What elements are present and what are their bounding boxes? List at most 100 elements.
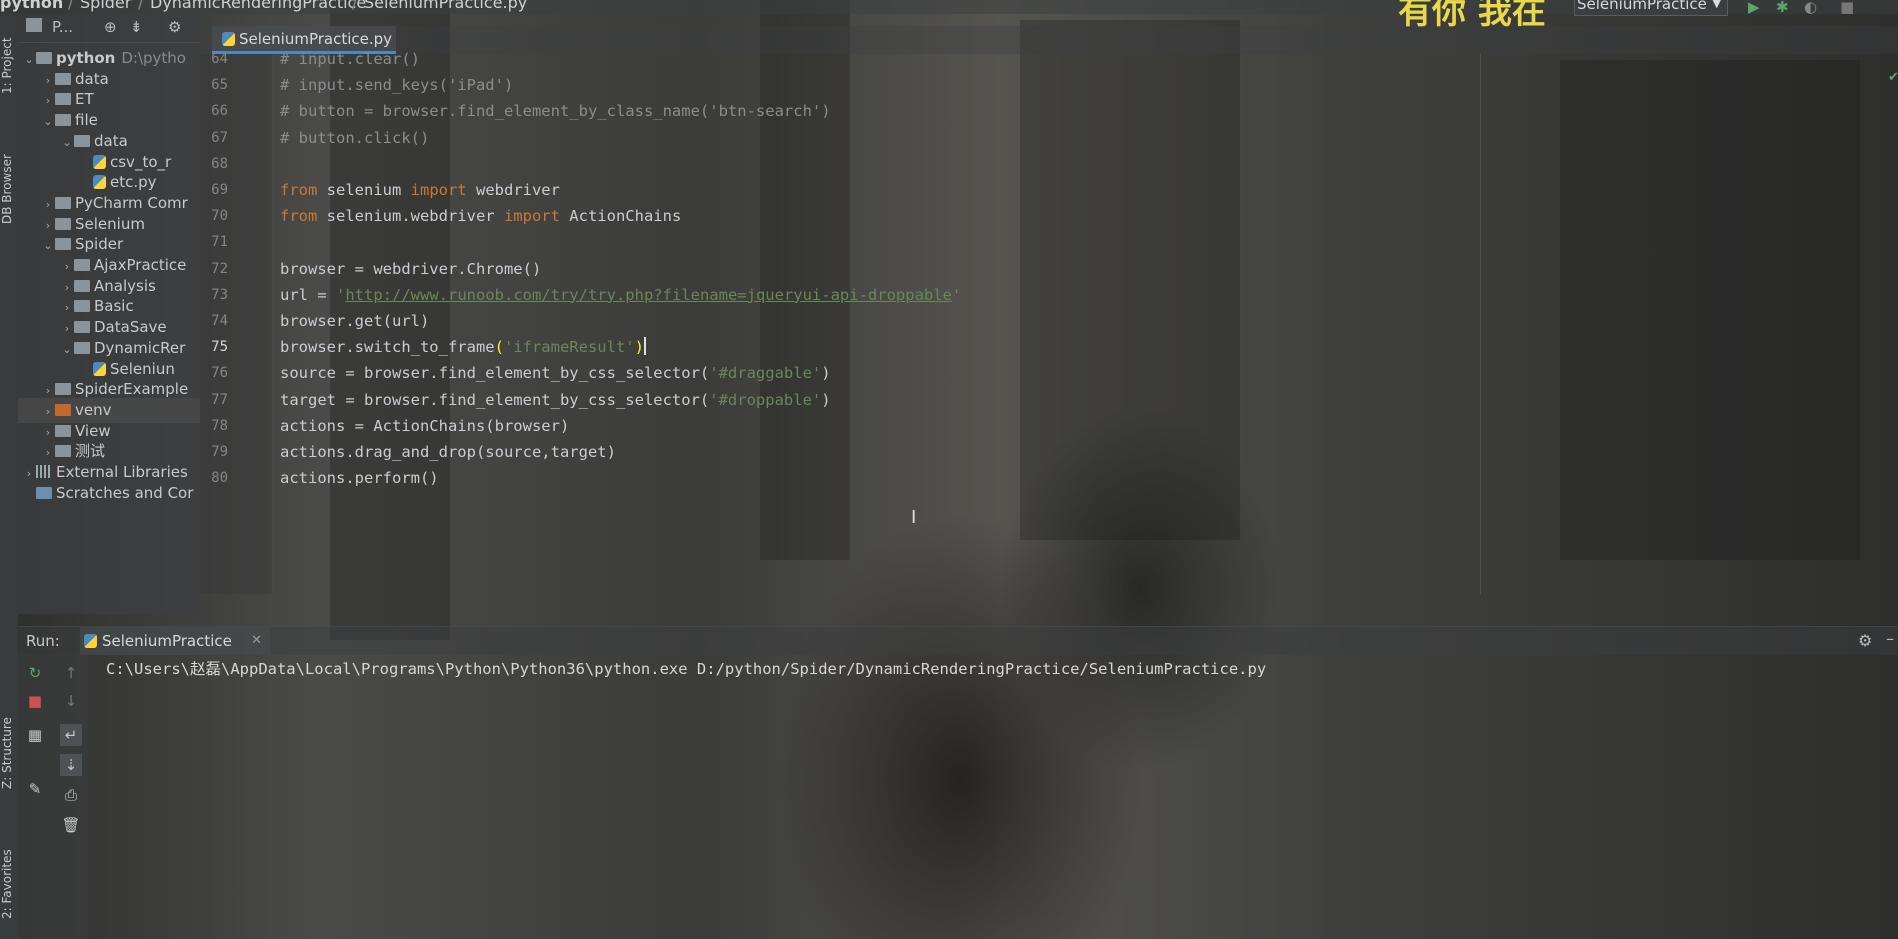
tree-item-label: Basic [94,297,134,316]
line-number: 80 [211,470,228,487]
folder-icon [74,300,90,313]
line-number: 69 [211,182,228,198]
minimize-icon[interactable]: – [1886,629,1894,648]
tree-item-label: PyCharm Comr [75,193,188,212]
code-token: # button.click() [280,128,430,147]
project-tool-button[interactable]: 1: Project [0,37,14,94]
code-token: '#draggable' [709,364,822,383]
line-number: 68 [211,155,228,172]
code-line[interactable]: source = browser.find_element_by_css_sel… [280,360,831,386]
console-output[interactable]: C:\Users\赵磊\AppData\Local\Programs\Pytho… [106,657,1266,679]
close-icon[interactable]: ✕ [251,627,262,655]
scratches-icon [36,486,52,499]
line-number: 64 [211,51,228,67]
code-token: # button = browser.find_element_by_class… [280,102,831,121]
db-browser-tool-button[interactable]: DB Browser [0,154,14,224]
code-token: source = browser.find_element_by_css_sel… [280,364,710,383]
code-line[interactable]: from selenium import webdriver [280,177,560,203]
code-line[interactable]: actions = ActionChains(browser) [280,413,569,439]
folder-icon [55,217,71,230]
layout-icon[interactable]: ▦ [24,724,46,746]
line-number: 75 [211,339,228,356]
text-caret [643,337,646,356]
folder-icon [36,52,52,64]
chevron-down-icon: ▼ [1712,0,1721,10]
code-token: selenium [317,181,411,199]
code-line[interactable]: actions.drag_and_drop(source,target) [280,439,616,465]
tree-item-label: Selenium [75,214,145,233]
code-line[interactable]: # button = browser.find_element_by_class… [280,98,831,124]
tree-item-label: External Libraries [56,463,188,481]
folder-icon [55,196,71,209]
code-line[interactable]: browser.switch_to_frame('iframeResult') [280,334,646,360]
run-tab-selenium-practice[interactable]: SeleniumPractice ✕ [80,627,270,655]
debug-icon[interactable]: ✱ [1776,0,1789,16]
folder-icon [55,114,71,127]
run-icon[interactable]: ▶ [1748,0,1760,16]
code-line[interactable]: browser.get(url) [280,308,429,334]
run-configuration-dropdown[interactable]: SeleniumPractice ▼ [1574,0,1728,16]
code-line[interactable]: target = browser.find_element_by_css_sel… [280,387,831,413]
code-line[interactable]: browser = webdriver.Chrome() [280,256,541,282]
tree-item-label: csv_to_r [110,152,172,171]
code-token: # input.clear() [280,50,420,68]
favorites-tool-button[interactable]: 2: Favorites [0,849,14,919]
tree-item-label: Spider [75,235,124,254]
tree-item-label: ET [75,90,94,109]
tree-item-label: Scratches and Cor [56,483,194,502]
code-line[interactable]: from selenium.webdriver import ActionCha… [280,203,681,229]
code-line[interactable]: # input.clear() [280,46,420,72]
rerun-icon[interactable]: ↻ [24,662,46,684]
breadcrumb-item[interactable]: Spider [80,0,131,11]
structure-tool-button[interactable]: Z: Structure [0,717,14,789]
folder-icon [55,238,71,251]
tool-window-stripe: 1: Project DB Browser Z: Structure 2: Fa… [0,14,18,939]
folder-icon [55,72,71,85]
stop-icon[interactable]: ■ [1840,0,1854,16]
pin-icon[interactable]: ✎ [24,778,46,800]
tree-item[interactable]: Scratches and Cor [18,481,200,506]
collapse-all-icon[interactable]: ⇟ [130,18,143,36]
code-line[interactable]: # input.send_keys('iPad') [280,72,513,98]
folder-icon [55,93,71,106]
code-token: ) [634,338,644,357]
code-token: http://www.runoob.com/try/try.php?filena… [345,285,952,304]
tree-item-label: data [94,131,128,150]
stop-icon[interactable]: ■ [24,690,46,712]
code-token: from [280,181,318,199]
code-token: actions.drag_and_drop(source,target) [280,443,616,461]
run-panel-title: Run: [26,632,60,650]
code-line[interactable]: url = 'http://www.runoob.com/try/try.php… [280,282,961,308]
code-line[interactable]: actions.perform() [280,465,439,491]
folder-icon [74,134,90,147]
breadcrumb-item[interactable]: SeleniumPractice.py [364,0,527,11]
code-token: '#droppable' [709,390,822,409]
trash-icon[interactable]: 🗑 [60,814,82,836]
scroll-down-icon[interactable]: ↓ [60,690,82,712]
right-margin-guide [1480,54,1481,594]
breadcrumb-item[interactable]: python [0,0,63,11]
code-line[interactable]: # button.click() [280,125,429,151]
python-file-icon [93,154,106,169]
tree-item-label: DataSave [94,318,167,337]
code-token: ActionChains [559,207,682,226]
gear-icon[interactable]: ⚙ [1858,631,1872,650]
scroll-up-icon[interactable]: ↑ [60,662,82,684]
tree-item-label: Seleniun [110,359,175,378]
scroll-to-end-icon[interactable]: ⇣ [60,754,82,776]
coverage-icon[interactable]: ◐ [1804,0,1817,16]
breadcrumb-item[interactable]: DynamicRenderingPractice [150,0,366,11]
python-file-icon [84,634,97,648]
print-icon[interactable]: ⎙ [60,784,82,806]
code-token: ) [821,390,831,409]
project-panel: P... ⊕ ⇟ ⚙ ⌄ python D:\pytho › data › ET ⌄ file ⌄… [18,14,200,614]
soft-wrap-icon[interactable]: ↵ [60,724,82,746]
tree-item-label: SpiderExample [75,380,189,399]
tree-item-label: Analysis [94,276,156,295]
project-view-selector[interactable]: P... [52,18,73,36]
code-token: from [280,207,318,226]
locate-icon[interactable]: ⊕ [104,18,117,36]
gear-icon[interactable]: ⚙ [168,18,181,36]
code-token: webdriver [466,181,560,199]
line-number: 77 [211,391,228,408]
